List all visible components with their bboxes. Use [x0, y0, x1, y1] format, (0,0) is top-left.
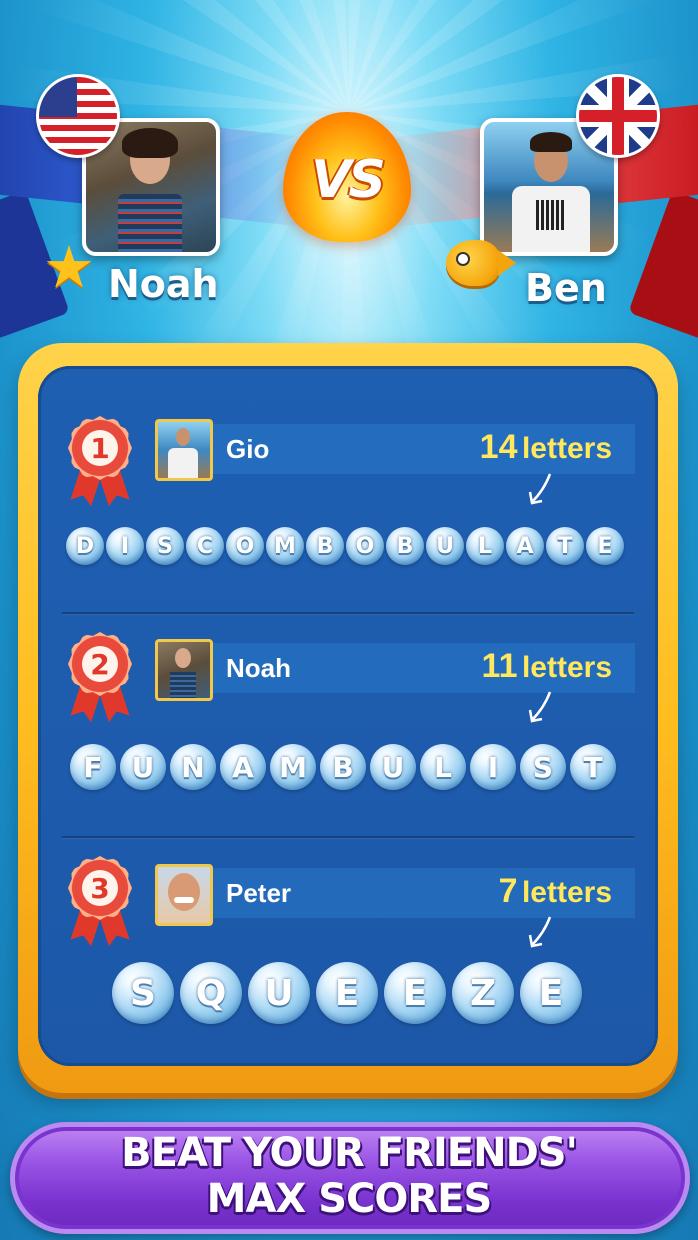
letter-tile: N: [170, 744, 216, 790]
letter-tile: O: [346, 527, 384, 565]
letter-tile: O: [226, 527, 264, 565]
fish-eye: [456, 252, 470, 266]
letter-tile: F: [70, 744, 116, 790]
row-2-score: 11 letters: [482, 647, 612, 686]
letter-tile: E: [586, 527, 624, 565]
row-3-avatar[interactable]: [155, 864, 213, 926]
right-player-name: Ben: [525, 266, 607, 310]
usa-flag-icon: [36, 74, 120, 158]
rank-3-medal-icon: 3: [66, 856, 136, 946]
letter-tile: S: [146, 527, 184, 565]
score-number: 11: [481, 647, 518, 685]
score-unit: letters: [521, 651, 612, 684]
row-3-score: 7 letters: [499, 872, 612, 911]
versus-label: VS: [311, 150, 386, 210]
rank-1-medal-icon: 1: [66, 416, 136, 506]
avatar-dress: [118, 194, 182, 252]
uk-flag-icon: [576, 74, 660, 158]
letter-tile: U: [248, 962, 310, 1024]
letter-tile: B: [320, 744, 366, 790]
avatar-smile: [174, 897, 194, 903]
letter-tile: S: [520, 744, 566, 790]
row-1-word-tiles: DISCOMBOBULATE: [66, 527, 626, 565]
score-unit: letters: [521, 876, 612, 909]
starfish-mascot-icon: ★: [43, 233, 95, 301]
letter-tile: U: [370, 744, 416, 790]
letter-tile: B: [306, 527, 344, 565]
letter-tile: I: [470, 744, 516, 790]
letter-tile: L: [420, 744, 466, 790]
letter-tile: S: [112, 962, 174, 1024]
rank-2-medal-icon: 2: [66, 632, 136, 722]
shirt-print: [536, 200, 566, 230]
avatar-hair: [122, 128, 178, 158]
left-player-name: Noah: [108, 262, 219, 306]
row-2-word-tiles: FUNAMBULIST: [70, 744, 620, 790]
row-3-player-name: Peter: [226, 878, 292, 908]
arrow-down-icon: [528, 473, 552, 505]
letter-tile: E: [384, 962, 446, 1024]
letter-tile: A: [220, 744, 266, 790]
letter-tile: C: [186, 527, 224, 565]
letter-tile: A: [506, 527, 544, 565]
avatar-face: [168, 873, 200, 911]
rank-number: 1: [82, 430, 118, 466]
banner-line-1: BEAT YOUR FRIENDS': [121, 1130, 578, 1176]
letter-tile: Z: [452, 962, 514, 1024]
avatar-shirt: [168, 448, 198, 478]
letter-tile: L: [466, 527, 504, 565]
rank-number: 3: [82, 870, 118, 906]
row-2-player-name: Noah: [226, 653, 291, 683]
avatar-hair: [530, 132, 572, 152]
letter-tile: T: [570, 744, 616, 790]
letter-tile: B: [386, 527, 424, 565]
letter-tile: M: [270, 744, 316, 790]
row-1-avatar[interactable]: [155, 419, 213, 481]
letter-tile: M: [266, 527, 304, 565]
avatar-dress: [170, 672, 196, 698]
letter-tile: D: [66, 527, 104, 565]
rank-number: 2: [82, 646, 118, 682]
fish-tail: [498, 250, 516, 276]
avatar-face: [175, 648, 191, 668]
row-divider: [62, 836, 634, 838]
score-number: 7: [498, 872, 518, 910]
score-number: 14: [479, 428, 518, 466]
letter-tile: E: [316, 962, 378, 1024]
avatar-face: [176, 428, 190, 446]
arrow-down-icon: [528, 916, 552, 948]
arrow-down-icon: [528, 691, 552, 723]
row-divider: [62, 612, 634, 614]
row-3-word-tiles: SQUEEZE: [112, 962, 588, 1024]
row-2-avatar[interactable]: [155, 639, 213, 701]
goldfish-mascot-icon: [446, 240, 516, 286]
letter-tile: I: [106, 527, 144, 565]
score-unit: letters: [521, 432, 612, 465]
letter-tile: E: [520, 962, 582, 1024]
banner-line-2: MAX SCORES: [206, 1176, 493, 1222]
letter-tile: Q: [180, 962, 242, 1024]
row-1-player-name: Gio: [226, 434, 270, 464]
avatar-shirt: [512, 186, 590, 252]
letter-tile: U: [426, 527, 464, 565]
letter-tile: U: [120, 744, 166, 790]
row-1-score: 14 letters: [480, 428, 612, 467]
letter-tile: T: [546, 527, 584, 565]
